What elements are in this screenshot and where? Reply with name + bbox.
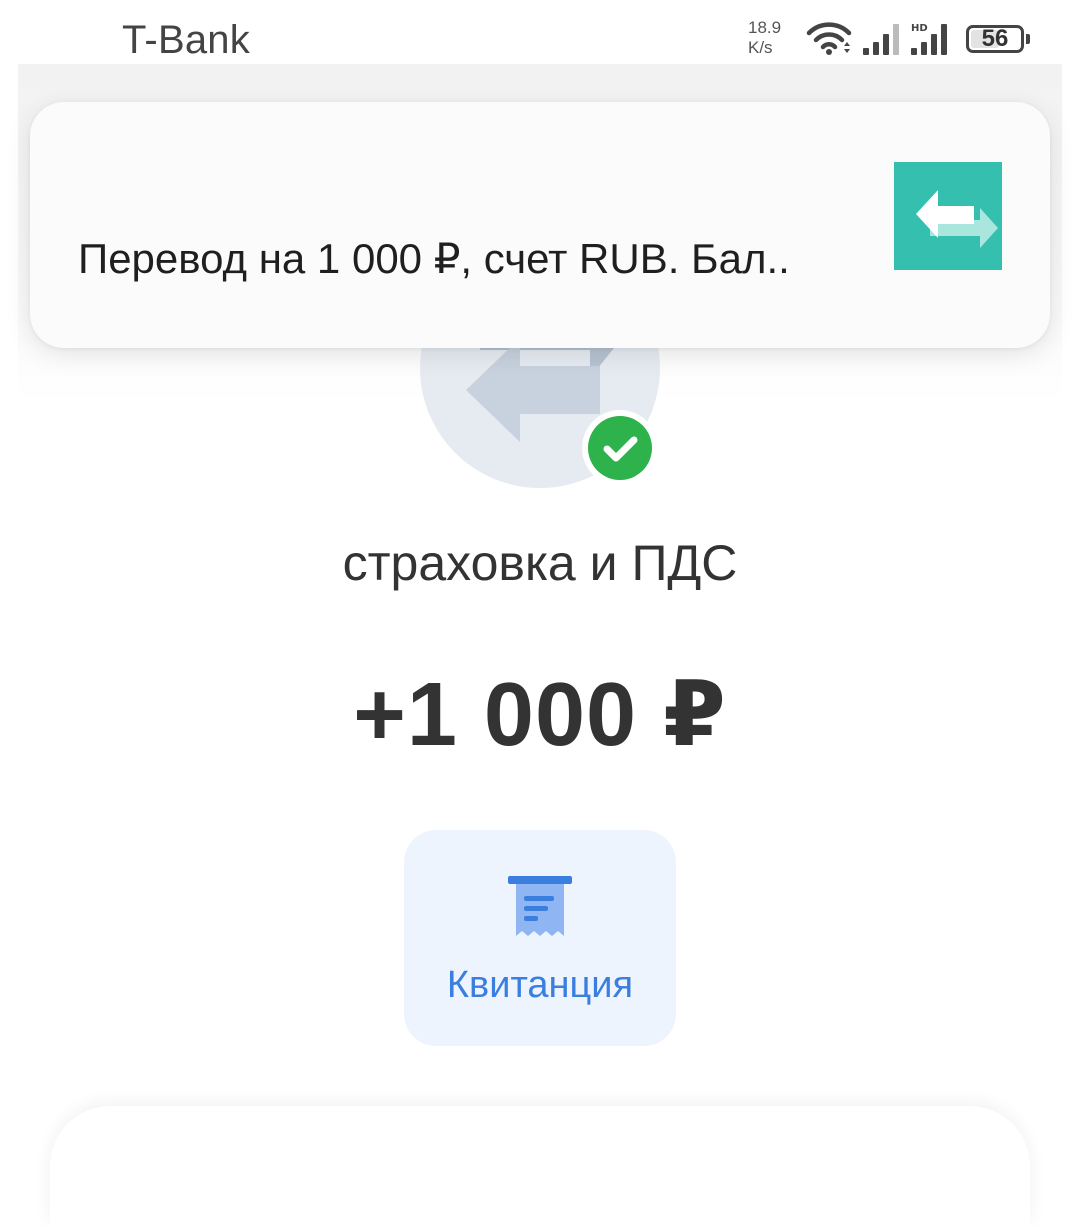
notification-text: Перевод на 1 000 ₽, счет RUB. Бал.. — [78, 235, 790, 282]
hd-badge: HD — [911, 23, 928, 34]
success-badge — [582, 410, 658, 486]
network-speed-unit: K/s — [748, 38, 773, 57]
notification-app-icon — [894, 162, 1002, 270]
receipt-icon — [508, 876, 572, 936]
receipt-label: Квитанция — [446, 964, 634, 1006]
transfer-arrows-icon — [916, 190, 998, 248]
status-app-name: T-Bank — [122, 18, 250, 62]
battery-tip — [1026, 34, 1030, 44]
network-speed-value: 18.9 — [748, 18, 782, 37]
bottom-sheet — [50, 1106, 1030, 1226]
receipt-button[interactable]: Квитанция — [404, 830, 676, 1046]
network-speed: 18.9 K/s — [748, 18, 792, 58]
cellular-signal-icon — [863, 24, 899, 55]
wifi-icon — [806, 22, 852, 55]
operation-name: страховка и ПДС — [342, 535, 738, 591]
operation-amount: +1 000 ₽ — [353, 665, 727, 765]
battery-level: 56 — [981, 25, 1009, 52]
success-check-icon — [588, 416, 652, 480]
push-notification[interactable]: Перевод на 1 000 ₽, счет RUB. Бал.. — [30, 102, 1050, 348]
battery-icon: 56 — [966, 25, 1024, 53]
cellular-signal-hd-icon: HD — [911, 23, 947, 55]
